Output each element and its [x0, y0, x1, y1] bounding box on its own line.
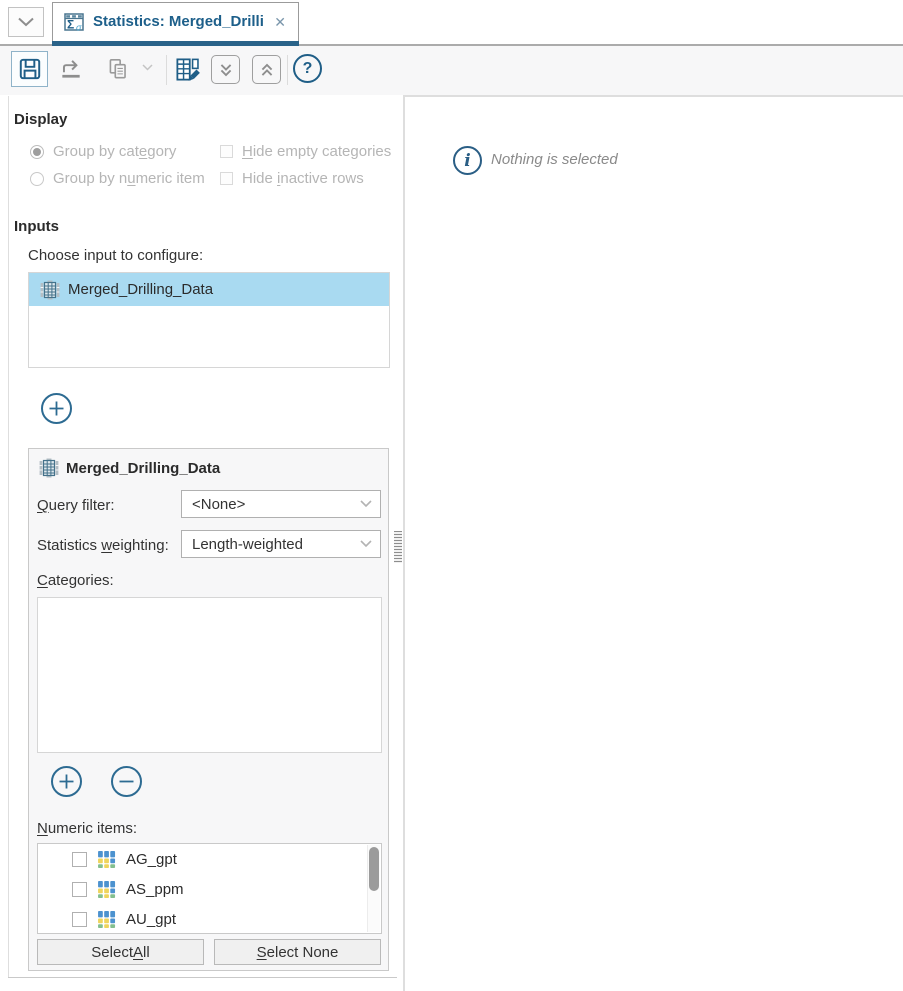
export-button[interactable] [53, 51, 89, 87]
numeric-items-label: Numeric items: [37, 820, 137, 837]
left-panel-border [8, 96, 9, 978]
checkbox-icon [220, 145, 233, 158]
expand-all-button[interactable] [252, 55, 281, 84]
radio-group-by-numeric-item[interactable]: Group by numeric item [30, 170, 205, 187]
chevron-down-icon [17, 17, 35, 27]
double-chevron-down-icon [215, 59, 237, 81]
checkbox-label: Hide empty categories [242, 143, 391, 160]
edit-table-button[interactable] [169, 51, 205, 87]
query-filter-select[interactable]: <None> [181, 490, 381, 518]
checkbox[interactable] [72, 912, 87, 927]
inputs-heading: Inputs [14, 218, 59, 235]
numeric-column-icon [97, 910, 116, 929]
numeric-item-label: AG_gpt [126, 851, 177, 868]
numeric-column-icon [97, 850, 116, 869]
panel-splitter-handle[interactable] [394, 531, 402, 563]
statistics-weighting-label: Statistics weighting: [37, 537, 169, 554]
categories-label: Categories: [37, 572, 114, 589]
radio-label: Group by category [53, 143, 176, 160]
numeric-item-row[interactable]: AU_gpt [38, 904, 381, 934]
numeric-list-scrollbar[interactable] [367, 845, 380, 932]
checkbox-icon [220, 172, 233, 185]
svg-text:σ: σ [76, 22, 82, 32]
checkbox[interactable] [72, 852, 87, 867]
statistics-weighting-value: Length-weighted [192, 536, 360, 553]
statistics-table-icon: Σ σ [63, 11, 85, 33]
numeric-item-label: AU_gpt [126, 911, 176, 928]
add-category-button[interactable] [51, 766, 82, 797]
input-list-item[interactable]: Merged_Drilling_Data [29, 273, 389, 306]
scrollbar-thumb[interactable] [369, 847, 379, 891]
data-table-icon [40, 280, 60, 300]
toolbar-separator [166, 55, 167, 85]
checkbox-hide-empty-categories[interactable]: Hide empty categories [220, 143, 391, 160]
select-all-button[interactable]: Select All [37, 939, 204, 965]
numeric-column-icon [97, 880, 116, 899]
minus-icon [118, 773, 135, 790]
select-none-button[interactable]: Select None [214, 939, 381, 965]
statistics-weighting-select[interactable]: Length-weighted [181, 530, 381, 558]
numeric-item-label: AS_ppm [126, 881, 184, 898]
svg-text:Σ: Σ [67, 17, 74, 31]
copy-menu-chevron-icon[interactable] [142, 64, 153, 71]
numeric-item-row[interactable]: AS_ppm [38, 874, 381, 904]
remove-category-button[interactable] [111, 766, 142, 797]
groupbox-title: Merged_Drilling_Data [66, 460, 220, 477]
collapse-all-button[interactable] [211, 55, 240, 84]
radio-label: Group by numeric item [53, 170, 205, 187]
plus-icon [58, 773, 75, 790]
input-item-label: Merged_Drilling_Data [68, 281, 213, 298]
tab-close-icon[interactable]: ✕ [272, 13, 288, 31]
choose-input-label: Choose input to configure: [28, 247, 203, 264]
left-panel-border [8, 977, 397, 978]
checkbox-label: Hide inactive rows [242, 170, 364, 187]
chevron-down-icon [360, 500, 372, 508]
categories-listbox[interactable] [37, 597, 382, 753]
tab-statistics[interactable]: Σ σ Statistics: Merged_Drilli… ✕ [52, 2, 299, 46]
detail-panel: i Nothing is selected [403, 95, 903, 991]
toolbar-separator [287, 55, 288, 85]
radio-icon [30, 172, 44, 186]
double-chevron-up-icon [256, 59, 278, 81]
help-button[interactable]: ? [293, 54, 322, 83]
tab-overflow-button[interactable] [8, 7, 44, 37]
table-pencil-icon [174, 56, 201, 83]
statistics-tool-window: Σ σ Statistics: Merged_Drilli… ✕ [0, 0, 903, 991]
radio-icon [30, 145, 44, 159]
info-icon: i [453, 146, 482, 175]
export-arrow-icon [58, 56, 84, 82]
groupbox-header: Merged_Drilling_Data [39, 458, 220, 478]
numeric-item-row[interactable]: AG_gpt [38, 844, 381, 874]
checkbox[interactable] [72, 882, 87, 897]
input-config-groupbox: Merged_Drilling_Data Query filter: <None… [28, 448, 389, 971]
data-table-icon [39, 458, 59, 478]
tab-bar: Σ σ Statistics: Merged_Drilli… ✕ [0, 0, 903, 46]
copy-button[interactable] [100, 51, 136, 87]
toolbar: ? [0, 46, 903, 95]
plus-icon [48, 400, 65, 417]
nothing-selected-message: Nothing is selected [491, 151, 618, 168]
query-filter-value: <None> [192, 496, 360, 513]
checkbox-hide-inactive-rows[interactable]: Hide inactive rows [220, 170, 364, 187]
chevron-down-icon [360, 540, 372, 548]
save-button[interactable] [11, 51, 48, 87]
add-input-button[interactable] [41, 393, 72, 424]
query-filter-label: Query filter: [37, 497, 115, 514]
input-listbox[interactable]: Merged_Drilling_Data [28, 272, 390, 368]
active-tab-indicator [52, 41, 299, 46]
copy-icon [105, 56, 131, 82]
question-mark-icon: ? [303, 60, 313, 78]
numeric-items-listbox[interactable]: AG_gpt AS_ppm [37, 843, 382, 934]
display-heading: Display [14, 111, 67, 128]
radio-group-by-category[interactable]: Group by category [30, 143, 176, 160]
save-icon [17, 56, 43, 82]
tab-title: Statistics: Merged_Drilli… [93, 13, 264, 30]
